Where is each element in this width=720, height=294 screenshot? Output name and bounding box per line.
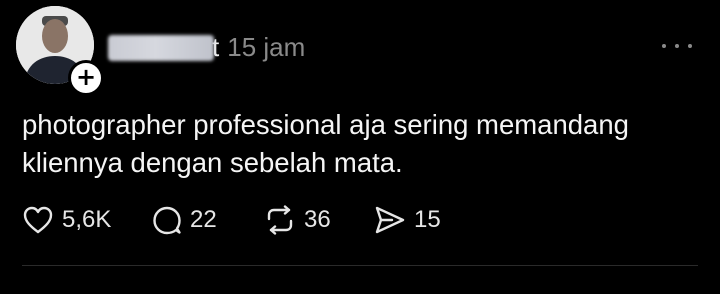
follow-button[interactable]: + — [68, 60, 104, 96]
post-divider — [22, 265, 698, 266]
more-options-icon[interactable] — [662, 36, 692, 56]
username-redaction — [108, 35, 214, 61]
thread-post: + t 15 jam photographer professional aja… — [0, 0, 720, 294]
share-count: 15 — [414, 206, 441, 233]
repost-count: 36 — [304, 206, 331, 233]
action-bar: 5,6K 22 36 15 — [22, 202, 454, 238]
post-header: t 15 jam — [108, 30, 305, 64]
like-count: 5,6K — [62, 206, 112, 233]
post-text: photographer professional aja sering mem… — [22, 106, 682, 182]
author-avatar-group: + — [16, 6, 104, 96]
post-text-line-1: photographer professional aja sering mem… — [22, 109, 629, 140]
share-button[interactable]: 15 — [374, 205, 454, 235]
reply-count: 22 — [190, 206, 217, 233]
heart-icon — [22, 205, 54, 235]
repost-icon — [264, 205, 296, 235]
post-timestamp: 15 jam — [227, 32, 306, 62]
send-icon — [374, 205, 406, 235]
repost-button[interactable]: 36 — [264, 205, 374, 235]
like-button[interactable]: 5,6K — [22, 205, 152, 235]
reply-button[interactable]: 22 — [152, 205, 264, 235]
plus-icon: + — [75, 63, 97, 91]
speech-bubble-icon — [152, 205, 182, 235]
post-text-line-2: kliennya dengan sebelah mata. — [22, 147, 403, 178]
username[interactable]: t — [108, 31, 219, 63]
